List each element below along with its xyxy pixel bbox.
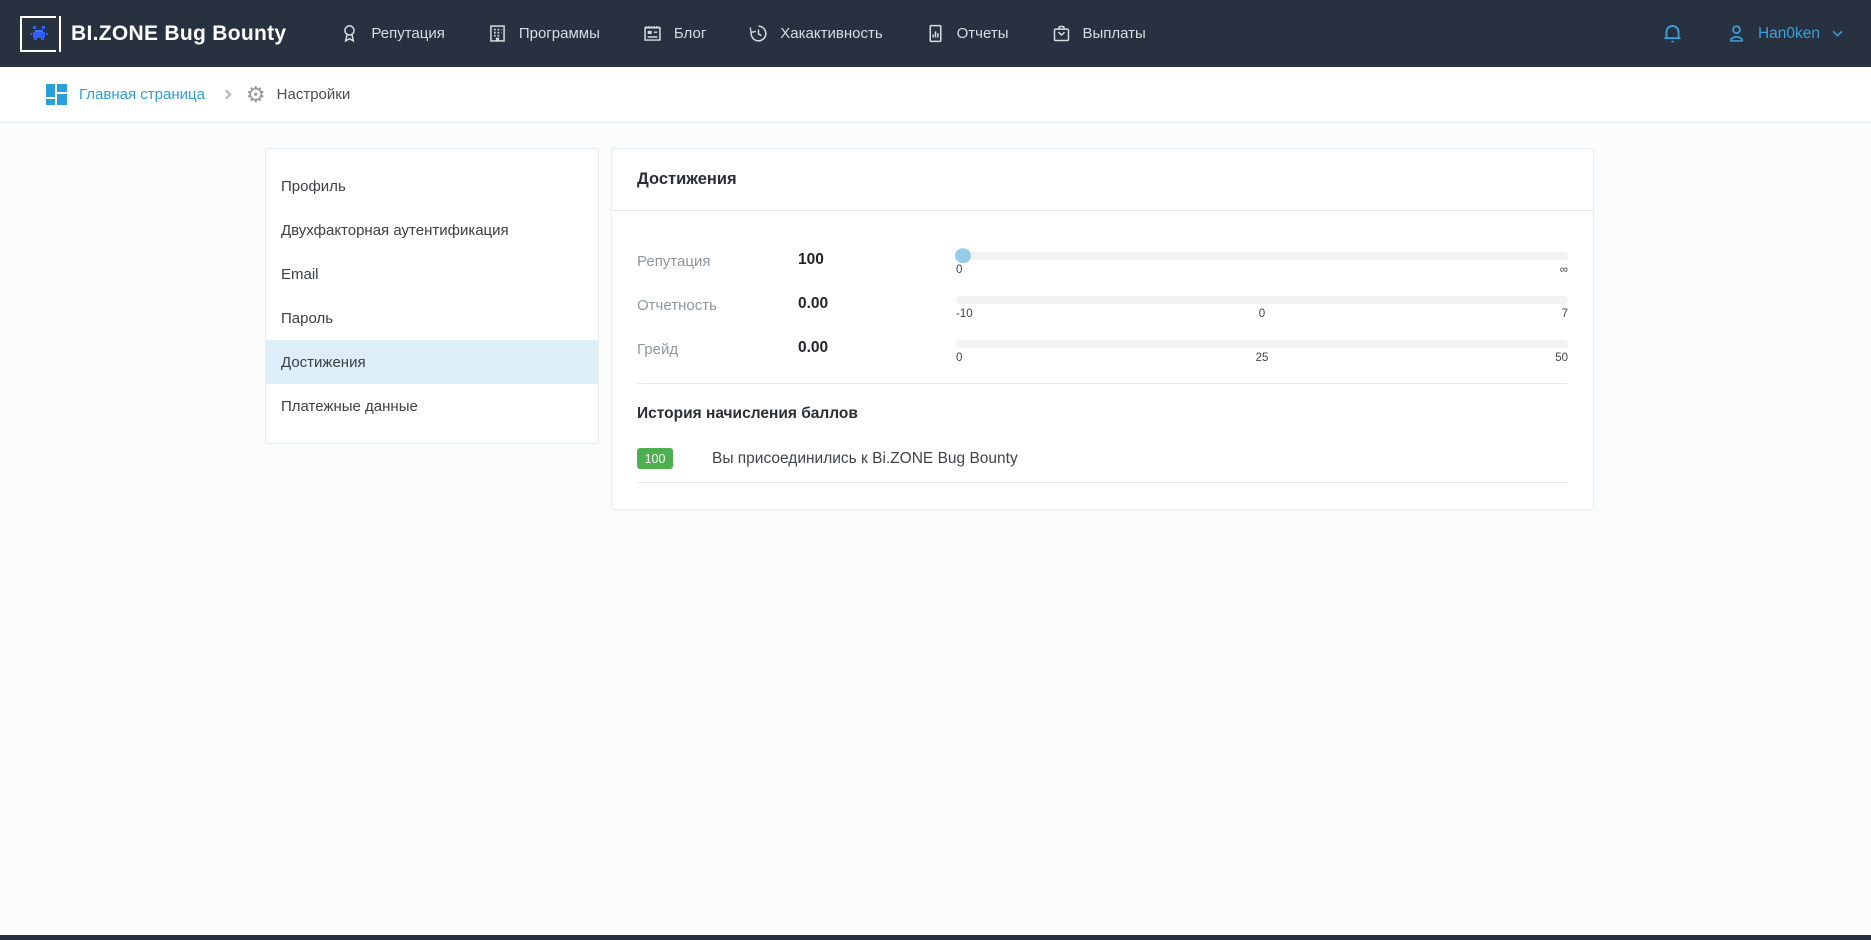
reporting-slider: -10 0 7 <box>956 295 1568 320</box>
username-label: Han0ken <box>1758 25 1820 43</box>
top-navbar: BI.ZONE Bug Bounty Репутация <box>0 0 1871 67</box>
slider-track <box>956 340 1568 348</box>
sidebar-item-2fa[interactable]: Двухфакторная аутентификация <box>266 208 598 252</box>
achievements-panel: Достижения Репутация 100 0 ∞ Отчетн <box>611 148 1594 510</box>
scale-mid-label <box>1252 264 1272 276</box>
nav-item-reports[interactable]: Отчеты <box>904 0 1030 67</box>
nav-item-label: Репутация <box>371 25 444 42</box>
sidebar-item-label: Email <box>281 266 319 283</box>
payout-icon <box>1051 23 1072 44</box>
history-entry: 100 Вы присоединились к Bi.ZONE Bug Boun… <box>637 448 1568 483</box>
nav-item-label: Блог <box>674 25 706 42</box>
slider-scale: -10 0 7 <box>956 308 1568 320</box>
sidebar-item-email[interactable]: Email <box>266 252 598 296</box>
nav-item-label: Выплаты <box>1083 25 1146 42</box>
sidebar-item-achievements[interactable]: Достижения <box>266 340 598 384</box>
breadcrumb-current-label: Настройки <box>277 86 351 103</box>
user-icon <box>1725 22 1748 45</box>
metric-label: Репутация <box>637 251 798 270</box>
dashboard-grid-icon <box>46 84 67 105</box>
nav-item-label: Хакактивность <box>780 25 882 42</box>
section-divider <box>637 383 1568 384</box>
metrics-section: Репутация 100 0 ∞ Отчетность 0.00 <box>612 211 1593 483</box>
breadcrumb: Главная страница ⚙ Настройки <box>0 67 1871 123</box>
report-icon <box>925 23 946 44</box>
bug-logo-icon <box>20 16 56 52</box>
metric-row-reputation: Репутация 100 0 ∞ <box>637 251 1568 276</box>
history-section-title: История начисления баллов <box>637 405 1568 423</box>
scale-max-label: 7 <box>1548 308 1568 320</box>
scale-min-label: 0 <box>956 352 976 364</box>
metric-row-grade: Грейд 0.00 0 25 50 <box>637 339 1568 364</box>
nav-item-label: Программы <box>519 25 600 42</box>
nav-item-programs[interactable]: Программы <box>466 0 621 67</box>
chevron-down-icon <box>1830 26 1845 41</box>
sidebar-item-label: Платежные данные <box>281 398 418 415</box>
slider-scale: 0 ∞ <box>956 264 1568 276</box>
slider-track <box>956 296 1568 304</box>
metric-value: 100 <box>798 251 956 269</box>
medal-icon <box>339 23 360 44</box>
metric-label: Отчетность <box>637 295 798 314</box>
scale-max-label: ∞ <box>1548 264 1568 276</box>
sidebar-item-label: Достижения <box>281 354 366 371</box>
building-icon <box>487 23 508 44</box>
breadcrumb-home-link[interactable]: Главная страница <box>46 84 205 105</box>
user-menu[interactable]: Han0ken <box>1725 22 1845 45</box>
navbar-right: Han0ken <box>1660 21 1845 46</box>
scale-mid-label: 25 <box>1252 352 1272 364</box>
breadcrumb-home-label: Главная страница <box>79 86 205 103</box>
breadcrumb-chevron-icon <box>221 90 231 100</box>
history-entry-text: Вы присоединились к Bi.ZONE Bug Bounty <box>712 450 1018 468</box>
nav-item-hackactivity[interactable]: Хакактивность <box>727 0 903 67</box>
metric-value: 0.00 <box>798 339 956 357</box>
nav-item-blog[interactable]: Блог <box>621 0 727 67</box>
brand-title: BI.ZONE Bug Bounty <box>71 22 286 46</box>
blog-icon <box>642 23 663 44</box>
scale-max-label: 50 <box>1548 352 1568 364</box>
sidebar-item-label: Пароль <box>281 310 333 327</box>
nav-item-payouts[interactable]: Выплаты <box>1030 0 1167 67</box>
metric-label: Грейд <box>637 339 798 358</box>
slider-scale: 0 25 50 <box>956 352 1568 364</box>
sidebar-item-label: Профиль <box>281 178 346 195</box>
history-icon <box>748 23 769 44</box>
nav-item-label: Отчеты <box>957 25 1009 42</box>
panel-title: Достижения <box>612 149 1593 211</box>
points-badge: 100 <box>637 448 673 469</box>
content-area: Профиль Двухфакторная аутентификация Ema… <box>0 123 1871 510</box>
window-bottom-edge <box>0 935 1871 940</box>
metric-row-reporting: Отчетность 0.00 -10 0 7 <box>637 295 1568 320</box>
metric-value: 0.00 <box>798 295 956 313</box>
main-menu: Репутация Программы <box>318 0 1166 67</box>
gear-icon: ⚙ <box>246 84 266 106</box>
scale-min-label: -10 <box>956 308 976 320</box>
reputation-slider: 0 ∞ <box>956 251 1568 276</box>
scale-mid-label: 0 <box>1252 308 1272 320</box>
sidebar-item-payment-details[interactable]: Платежные данные <box>266 384 598 428</box>
notifications-bell-icon[interactable] <box>1660 21 1685 46</box>
scale-min-label: 0 <box>956 264 976 276</box>
sidebar-item-label: Двухфакторная аутентификация <box>281 222 509 239</box>
brand-logo[interactable]: BI.ZONE Bug Bounty <box>20 16 286 52</box>
sidebar-item-password[interactable]: Пароль <box>266 296 598 340</box>
slider-track <box>956 252 1568 260</box>
nav-item-reputation[interactable]: Репутация <box>318 0 465 67</box>
slider-knob[interactable] <box>955 248 971 263</box>
grade-slider: 0 25 50 <box>956 339 1568 364</box>
sidebar-item-profile[interactable]: Профиль <box>266 164 598 208</box>
settings-sidebar: Профиль Двухфакторная аутентификация Ema… <box>265 148 599 444</box>
